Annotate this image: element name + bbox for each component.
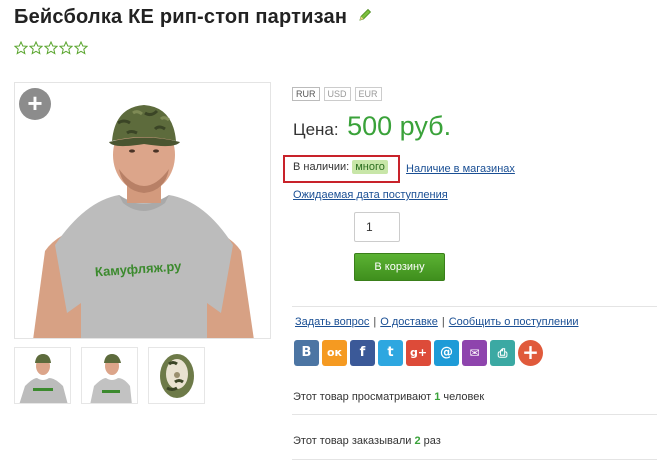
stores-availability-link[interactable]: Наличие в магазинах <box>406 163 515 175</box>
facebook-icon[interactable]: f <box>350 340 375 366</box>
expected-date-link[interactable]: Ожидаемая дата поступления <box>293 189 448 201</box>
product-main-photo[interactable]: Камуфляж.ру <box>14 82 271 339</box>
views-prefix: Этот товар просматривают <box>293 391 432 403</box>
link-separator: | <box>373 316 377 328</box>
rating-stars[interactable] <box>14 41 88 55</box>
ask-question-link[interactable]: Задать вопрос <box>295 316 369 328</box>
star-icon[interactable] <box>29 41 43 55</box>
star-icon[interactable] <box>44 41 58 55</box>
orders-info: Этот товар заказывали 2 раз <box>293 435 441 447</box>
vkontakte-icon[interactable]: В <box>294 340 319 366</box>
star-icon[interactable] <box>59 41 73 55</box>
delivery-link[interactable]: О доставке <box>380 316 438 328</box>
mail-icon[interactable]: ✉ <box>462 340 487 366</box>
thumbnail-strip <box>14 347 205 404</box>
currency-usd[interactable]: USD <box>323 87 351 101</box>
thumbnail-front[interactable] <box>14 347 71 404</box>
product-title: Бейсболка КЕ рип-стоп партизан <box>14 6 373 29</box>
product-title-text: Бейсболка КЕ рип-стоп партизан <box>14 6 348 28</box>
quantity-input[interactable] <box>354 212 400 242</box>
thumbnail-side[interactable] <box>81 347 138 404</box>
divider <box>292 414 657 415</box>
currency-switcher: RUR USD EUR <box>292 87 382 101</box>
views-info: Этот товар просматривают 1 человек <box>293 391 484 403</box>
social-share-buttons: В ок f t g+ @ ✉ ⎙ + <box>294 340 543 366</box>
zoom-plus-button[interactable]: + <box>19 88 51 120</box>
orders-prefix: Этот товар заказывали <box>293 435 412 447</box>
views-count: 1 <box>434 391 441 403</box>
product-links-row: Задать вопрос | О доставке | Сообщить о пост… <box>295 316 578 328</box>
link-separator: | <box>441 316 445 328</box>
stock-label: В наличии: <box>293 161 350 173</box>
currency-rur[interactable]: RUR <box>292 87 320 101</box>
price-block: Цена: 500 руб. <box>293 111 451 142</box>
divider <box>292 459 657 460</box>
stock-badge: много <box>352 160 388 174</box>
price-value: 500 руб. <box>347 111 452 141</box>
orders-count: 2 <box>414 435 421 447</box>
views-suffix: человек <box>443 391 485 403</box>
stock-status-box: В наличии: много <box>283 155 400 183</box>
more-plus-icon[interactable]: + <box>518 340 543 366</box>
pencil-edit-icon[interactable] <box>357 6 373 29</box>
thumbnail-cap[interactable] <box>148 347 205 404</box>
orders-suffix: раз <box>423 435 441 447</box>
twitter-icon[interactable]: t <box>378 340 403 366</box>
google-plus-icon[interactable]: g+ <box>406 340 431 366</box>
divider <box>292 306 657 307</box>
star-icon[interactable] <box>14 41 28 55</box>
add-to-cart-button[interactable]: В корзину <box>354 253 445 281</box>
odnoklassniki-icon[interactable]: ок <box>322 340 347 366</box>
star-icon[interactable] <box>74 41 88 55</box>
price-label: Цена: <box>293 120 339 139</box>
notify-link[interactable]: Сообщить о поступлении <box>449 316 579 328</box>
email-at-icon[interactable]: @ <box>434 340 459 366</box>
currency-eur[interactable]: EUR <box>354 87 382 101</box>
print-icon[interactable]: ⎙ <box>490 340 515 366</box>
